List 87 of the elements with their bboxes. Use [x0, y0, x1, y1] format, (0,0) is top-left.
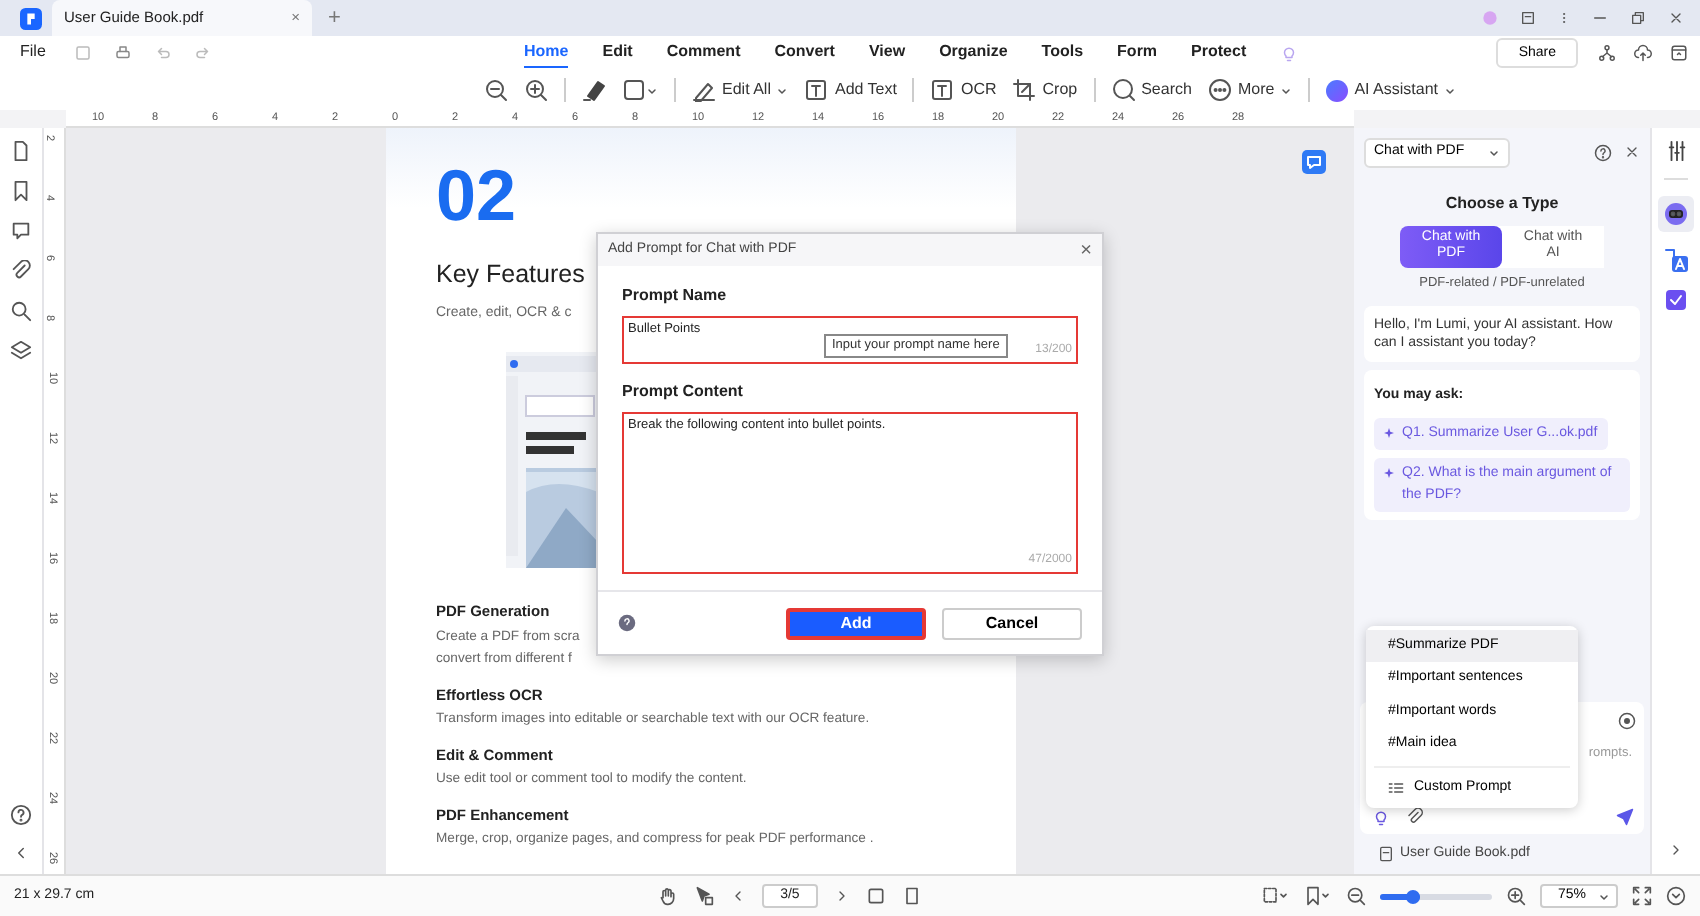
- layers-icon[interactable]: [10, 340, 32, 362]
- page-icon[interactable]: [10, 140, 32, 162]
- comment-icon[interactable]: [10, 220, 32, 242]
- ribbon-tab[interactable]: Edit: [602, 40, 633, 66]
- chat-bubble-icon[interactable]: [1302, 150, 1326, 174]
- highlighter-icon[interactable]: [582, 78, 607, 102]
- fullscreen-icon[interactable]: [1632, 886, 1652, 906]
- toolbar-button[interactable]: Crop: [1012, 78, 1078, 102]
- feedback-icon[interactable]: [1520, 10, 1536, 26]
- bookmark-icon[interactable]: [10, 180, 32, 202]
- ai-assistant-button[interactable]: AI Assistant: [1326, 78, 1456, 102]
- ribbon-tab[interactable]: Protect: [1191, 40, 1247, 66]
- checklist-icon[interactable]: [1664, 288, 1688, 313]
- new-tab-button[interactable]: +: [328, 1, 341, 35]
- zoom-in-icon[interactable]: [1505, 886, 1526, 906]
- field-label: Prompt Content: [622, 380, 745, 404]
- toolbar-button[interactable]: Edit All: [692, 78, 789, 102]
- ribbon-tab[interactable]: Comment: [666, 40, 741, 66]
- app-logo-icon: [20, 8, 42, 30]
- chevron-right-icon[interactable]: [1668, 842, 1684, 858]
- section-title: Choose a Type: [1443, 191, 1561, 215]
- close-icon[interactable]: [1624, 144, 1640, 161]
- pen-icon: [692, 78, 717, 102]
- close-icon[interactable]: [1668, 10, 1684, 26]
- attachment-icon[interactable]: [10, 260, 32, 282]
- zoom-out-icon[interactable]: [484, 78, 509, 102]
- cloud-upload-icon[interactable]: [1634, 44, 1652, 62]
- ai-badge-icon: [1326, 79, 1349, 101]
- help-icon[interactable]: [1594, 143, 1612, 162]
- page-title: Key Features: [436, 258, 585, 292]
- list-icon: [1388, 779, 1404, 796]
- print-icon[interactable]: [113, 44, 132, 62]
- help-icon[interactable]: [10, 804, 32, 826]
- help-icon[interactable]: [618, 614, 636, 632]
- clear-icon[interactable]: [1618, 712, 1636, 730]
- single-page-icon[interactable]: [901, 886, 922, 906]
- search-icon[interactable]: [10, 300, 32, 322]
- ribbon-tab[interactable]: Organize: [939, 40, 1008, 66]
- toolbar-button[interactable]: More: [1207, 78, 1293, 102]
- share-network-icon[interactable]: [1598, 44, 1616, 62]
- dialog-close-button[interactable]: ×: [1080, 235, 1092, 265]
- ribbon-tab[interactable]: Convert: [774, 40, 835, 66]
- ribbon-tab[interactable]: Tools: [1041, 40, 1084, 66]
- toolbar-button[interactable]: OCR: [930, 78, 997, 102]
- caret-icon[interactable]: [646, 84, 659, 96]
- sparkle-icon: [1384, 427, 1394, 438]
- crop-icon: [1012, 78, 1037, 102]
- zoom-slider-fill[interactable]: [1379, 893, 1420, 899]
- fit-page-icon[interactable]: [865, 886, 886, 906]
- page-number-heading: 02: [436, 160, 519, 232]
- search-icon: [1111, 78, 1136, 102]
- sparkle-icon: [1384, 468, 1394, 479]
- text-box-icon: [930, 78, 955, 102]
- file-menu[interactable]: File: [20, 40, 46, 66]
- field-label: Prompt Name: [622, 284, 729, 308]
- toolbar-button[interactable]: Search: [1111, 78, 1192, 102]
- ribbon-tab[interactable]: Home: [524, 39, 569, 67]
- translate-icon[interactable]: [1664, 248, 1688, 273]
- rectangle-icon[interactable]: [622, 78, 647, 102]
- zoom-out-icon[interactable]: [1345, 886, 1366, 906]
- text-box-icon: [804, 78, 829, 102]
- document-icon: [1378, 846, 1394, 862]
- sliders-icon[interactable]: [1665, 140, 1687, 162]
- add-button[interactable]: Add: [786, 607, 926, 639]
- ellipsis-icon: [1207, 78, 1232, 102]
- ribbon-tab[interactable]: Form: [1117, 40, 1158, 66]
- ribbon-tab[interactable]: View: [868, 40, 906, 66]
- select-area-icon[interactable]: [1261, 886, 1290, 906]
- chevron-down-icon[interactable]: [1666, 886, 1686, 906]
- restore-icon[interactable]: [1630, 10, 1646, 26]
- zoom-in-icon[interactable]: [524, 78, 549, 102]
- bookmark-dropdown-icon[interactable]: [1303, 886, 1332, 906]
- caret-icon: [1443, 84, 1456, 96]
- collapse-icon[interactable]: [1670, 44, 1688, 62]
- caret-icon: [1488, 146, 1501, 159]
- robot-icon[interactable]: [1664, 202, 1688, 226]
- caret-icon: [1280, 84, 1293, 96]
- send-icon[interactable]: [1616, 808, 1634, 826]
- hand-icon[interactable]: [658, 886, 679, 906]
- cursor-icon[interactable]: [694, 886, 715, 906]
- toolbar-button[interactable]: Add Text: [804, 78, 897, 102]
- attachment-icon[interactable]: [1406, 808, 1424, 826]
- caret-icon: [776, 84, 789, 96]
- caret-icon: [1598, 890, 1610, 902]
- lightbulb-icon[interactable]: [1372, 808, 1390, 826]
- chevron-left-icon[interactable]: [12, 844, 30, 862]
- cancel-button[interactable]: Cancel: [942, 607, 1082, 639]
